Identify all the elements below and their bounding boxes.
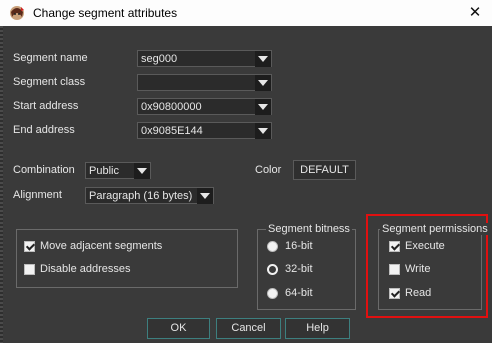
- combination-combo[interactable]: Public: [85, 162, 151, 179]
- help-button[interactable]: Help: [285, 318, 350, 339]
- disable-addresses-label: Disable addresses: [40, 263, 131, 275]
- segment-name-value: seg000: [141, 53, 178, 65]
- end-address-value: 0x9085E144: [141, 125, 203, 137]
- move-adjacent-label: Move adjacent segments: [40, 240, 163, 252]
- disable-addresses-checkbox[interactable]: [24, 264, 35, 275]
- chevron-down-icon[interactable]: [134, 163, 150, 179]
- chevron-down-icon[interactable]: [255, 51, 271, 67]
- start-address-label: Start address: [13, 100, 79, 112]
- segment-name-combo[interactable]: seg000: [137, 50, 272, 67]
- end-address-combo[interactable]: 0x9085E144: [137, 122, 272, 139]
- write-label: Write: [405, 263, 431, 275]
- alignment-combo[interactable]: Paragraph (16 bytes): [85, 187, 214, 204]
- chevron-down-icon[interactable]: [197, 188, 213, 204]
- color-label: Color: [255, 164, 282, 176]
- title-bar: Change segment attributes ✕: [0, 0, 492, 26]
- start-address-combo[interactable]: 0x90800000: [137, 98, 272, 115]
- execute-checkbox[interactable]: [389, 241, 400, 252]
- segment-class-label: Segment class: [13, 76, 86, 88]
- segment-class-combo[interactable]: [137, 74, 272, 91]
- end-address-label: End address: [13, 124, 75, 136]
- bitness-title: Segment bitness: [266, 223, 352, 235]
- options-group: [16, 229, 238, 288]
- chevron-down-icon[interactable]: [255, 75, 271, 91]
- alignment-label: Alignment: [13, 189, 62, 201]
- bitness-16-label: 16-bit: [285, 240, 313, 252]
- combination-label: Combination: [13, 164, 75, 176]
- combination-value: Public: [89, 165, 119, 177]
- permissions-title: Segment permissions: [380, 223, 490, 235]
- bitness-64-label: 64-bit: [285, 287, 313, 299]
- bitness-32-label: 32-bit: [285, 263, 313, 275]
- left-edge-grip: [0, 26, 3, 343]
- app-icon: [9, 5, 25, 21]
- color-button[interactable]: DEFAULT: [293, 160, 356, 180]
- chevron-down-icon[interactable]: [255, 123, 271, 139]
- segment-name-label: Segment name: [13, 52, 88, 64]
- bitness-16-radio[interactable]: [267, 241, 278, 252]
- window-title: Change segment attributes: [33, 6, 178, 20]
- bitness-32-radio[interactable]: [267, 264, 278, 275]
- move-adjacent-checkbox[interactable]: [24, 241, 35, 252]
- alignment-value: Paragraph (16 bytes): [89, 190, 193, 202]
- start-address-value: 0x90800000: [141, 101, 202, 113]
- read-label: Read: [405, 287, 432, 299]
- close-button[interactable]: ✕: [458, 0, 492, 26]
- ok-button[interactable]: OK: [147, 318, 210, 339]
- read-checkbox[interactable]: [389, 288, 400, 299]
- bitness-64-radio[interactable]: [267, 288, 278, 299]
- chevron-down-icon[interactable]: [255, 99, 271, 115]
- cancel-button[interactable]: Cancel: [216, 318, 281, 339]
- write-checkbox[interactable]: [389, 264, 400, 275]
- execute-label: Execute: [405, 240, 445, 252]
- dialog-window: Change segment attributes ✕ Segment name…: [0, 0, 492, 343]
